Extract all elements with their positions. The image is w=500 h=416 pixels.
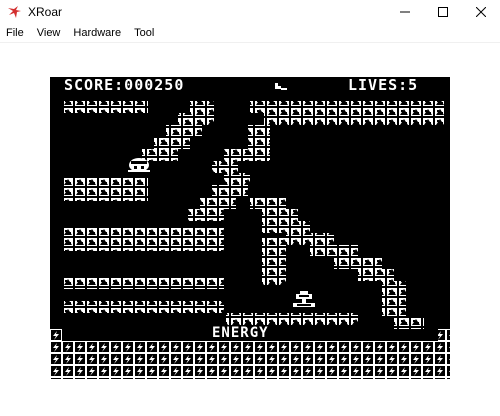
brick-block bbox=[64, 177, 148, 201]
emulator-client-area: SCORE:000250 LIVES:5 ENERGY bbox=[0, 42, 500, 416]
brick-block bbox=[262, 209, 298, 221]
brick-block bbox=[358, 269, 394, 281]
brick-block bbox=[64, 301, 224, 313]
bonus-item-sprite bbox=[275, 83, 287, 90]
brick-block bbox=[250, 101, 444, 113]
brick-block bbox=[224, 149, 250, 161]
brick-block bbox=[226, 313, 358, 325]
energy-bar-tiles bbox=[50, 341, 450, 379]
window-controls bbox=[386, 0, 500, 24]
brick-block bbox=[394, 317, 424, 329]
menu-view[interactable]: View bbox=[31, 27, 68, 39]
energy-cap-tile bbox=[50, 329, 62, 341]
brick-block bbox=[188, 209, 224, 221]
brick-block bbox=[248, 125, 270, 161]
brick-block bbox=[166, 125, 202, 137]
brick-block bbox=[64, 227, 224, 251]
enemy-robot-sprite bbox=[293, 291, 315, 307]
energy-cap-tile bbox=[438, 329, 450, 341]
brick-block bbox=[212, 185, 248, 197]
menu-bar: File View Hardware Tool bbox=[0, 24, 500, 42]
brick-walls bbox=[64, 101, 444, 329]
brick-block bbox=[224, 173, 250, 185]
title-bar: XRoar bbox=[0, 0, 500, 24]
minimize-button[interactable] bbox=[386, 0, 424, 24]
brick-block bbox=[334, 257, 382, 269]
game-screen[interactable]: SCORE:000250 LIVES:5 ENERGY bbox=[50, 77, 450, 379]
brick-block bbox=[310, 245, 358, 257]
close-button[interactable] bbox=[462, 0, 500, 24]
brick-block bbox=[286, 233, 334, 245]
close-icon bbox=[476, 7, 486, 17]
brick-block bbox=[154, 137, 190, 149]
menu-file[interactable]: File bbox=[0, 27, 31, 39]
brick-block bbox=[190, 101, 214, 113]
brick-block bbox=[64, 277, 224, 289]
brick-block bbox=[262, 237, 286, 285]
maximize-button[interactable] bbox=[424, 0, 462, 24]
brick-block bbox=[142, 149, 178, 161]
brick-block bbox=[64, 101, 148, 113]
lives-display: LIVES:5 bbox=[348, 77, 419, 94]
brick-block bbox=[262, 221, 310, 233]
xroar-app-icon bbox=[8, 6, 21, 18]
maximize-icon bbox=[438, 7, 448, 17]
brick-block bbox=[250, 197, 286, 209]
window-title: XRoar bbox=[28, 5, 63, 19]
brick-block bbox=[382, 281, 406, 317]
brick-block bbox=[200, 197, 236, 209]
energy-label: ENERGY bbox=[212, 325, 269, 341]
menu-tool[interactable]: Tool bbox=[128, 27, 161, 39]
brick-block bbox=[264, 113, 444, 125]
minimize-icon bbox=[400, 11, 410, 13]
brick-block bbox=[178, 113, 214, 125]
score-display: SCORE:000250 bbox=[64, 77, 185, 94]
menu-hardware[interactable]: Hardware bbox=[67, 27, 128, 39]
brick-block bbox=[212, 161, 238, 173]
